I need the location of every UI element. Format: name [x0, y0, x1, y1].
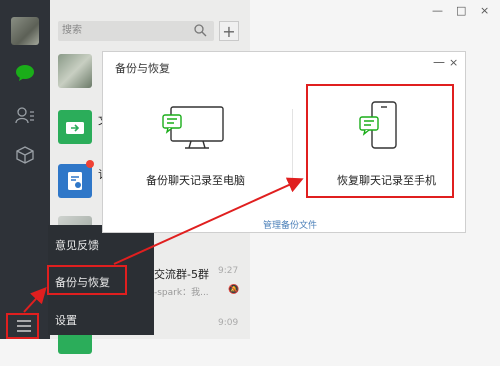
- arrow-menu-to-backup: [23, 287, 47, 313]
- arrow-backup-to-restore: [113, 177, 304, 265]
- annotation-arrows: [23, 177, 304, 313]
